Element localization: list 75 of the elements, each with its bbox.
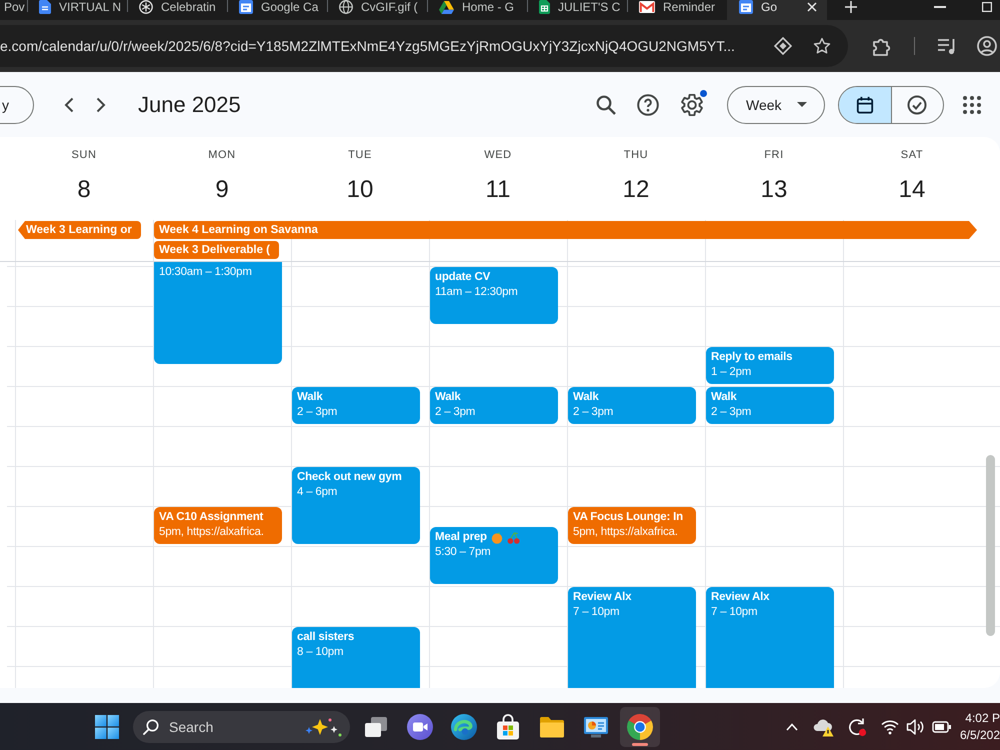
active-indicator-icon [632,742,648,746]
weekday-label: SUN [71,148,97,162]
address-field[interactable]: e.com/calendar/u/0/r/week/2025/6/8?cid=Y185M2ZlMTExNmE4Yzg5MGEzYjRmOGUxYjY3ZjcxNjQ4OGU2NGM5YT... [0,25,848,67]
wifi-icon[interactable] [880,718,899,734]
date-number[interactable]: 8 [73,175,95,205]
sync-icon[interactable] [846,716,867,736]
month-title: June 2025 [138,92,241,118]
windows-logo-icon[interactable] [95,714,119,738]
calendar-icon [239,0,253,14]
weekday-label: MON [208,148,236,162]
weekday-label: WED [484,148,512,162]
battery-icon[interactable] [932,720,952,734]
tricolor-circle-icon [627,714,653,740]
clock-date[interactable]: 6/5/202 [960,726,1000,744]
person-icon[interactable] [977,36,997,56]
browser-tab[interactable]: VIRTUAL N [27,0,127,20]
calendar-icon [856,96,874,114]
apps-grid-icon[interactable] [963,96,981,114]
browser-tab[interactable]: Celebratin [127,0,227,20]
date-number[interactable]: 14 [894,175,930,205]
folder-icon [539,716,565,738]
check-circle-icon [907,94,928,114]
mail-icon [639,1,655,13]
chevron-up-icon[interactable] [786,722,798,730]
swirl-icon [451,714,477,740]
close-icon[interactable] [807,2,817,12]
calendar-view-button[interactable] [839,86,890,122]
star-icon[interactable] [813,37,831,55]
citrus-fruit-icon [490,532,503,544]
help-icon[interactable] [637,94,659,116]
triangle-icon [439,0,454,14]
chevron-left-icon[interactable] [64,96,74,112]
date-number[interactable]: 11 [482,175,514,205]
weekday-label: FRI [764,148,784,162]
maximize-icon[interactable] [982,2,992,12]
browser-tab[interactable]: Go [727,0,827,20]
date-number[interactable]: 12 [618,175,654,205]
search-icon [143,718,159,734]
settings-icon[interactable] [681,94,703,116]
caret-icon [796,102,807,107]
diamond-icon[interactable] [774,37,792,55]
date-number[interactable]: 10 [342,175,378,205]
view-dropdown[interactable]: Week [727,86,825,124]
video-camera-icon [407,714,433,740]
weekday-label: THU [624,148,648,162]
clock-time[interactable]: 4:02 P [965,710,1000,726]
taskbar-button[interactable] [620,706,660,746]
today-button[interactable]: y [0,86,34,124]
browser-tab[interactable]: Reminder [627,0,727,20]
weekday-label: TUE [348,148,372,162]
browser-tab[interactable]: JULIET'S C [527,0,627,20]
date-number[interactable]: 13 [756,175,792,205]
cherries-icon [506,532,520,544]
shopping-bag-icon [496,714,520,740]
monitor-chart-icon [583,716,609,738]
search-icon[interactable] [596,94,616,114]
browser-tab[interactable]: Pov [0,0,27,20]
scrollbar-thumb[interactable] [986,455,995,636]
speaker-icon[interactable] [906,718,924,736]
globe-icon [339,0,353,14]
search-field[interactable]: Search [133,710,350,742]
chevron-right-icon[interactable] [96,96,106,112]
calendar-icon [739,0,753,14]
document-icon [39,0,51,14]
new-tab-plus-icon[interactable] [845,1,857,13]
task-view-icon [364,716,388,738]
date-number[interactable]: 9 [211,175,233,205]
browser-tab[interactable]: Home - G [427,0,527,20]
weekday-label: SAT [900,148,924,162]
playlist-icon[interactable] [937,37,957,55]
browser-tab[interactable]: CvGIF.gif ( [327,0,427,20]
browser-tab[interactable]: Google Ca [227,0,327,20]
spreadsheet-icon [539,0,550,14]
sparkle-icon [304,716,344,738]
asterisk-circle-icon [139,0,153,14]
